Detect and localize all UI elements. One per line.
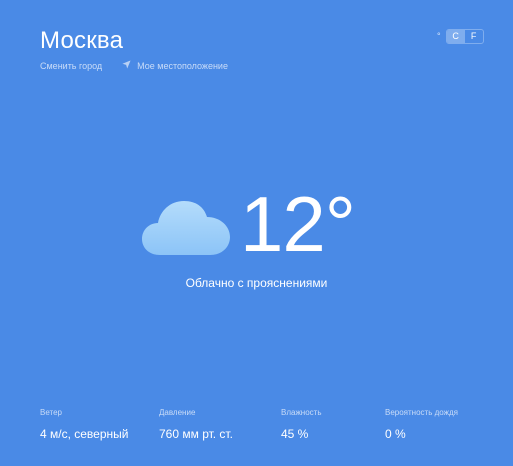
- stat-label: Давление: [159, 408, 196, 417]
- stat-value: 45 %: [281, 427, 309, 441]
- stat-label: Ветер: [40, 408, 62, 417]
- stat-value: 760 мм рт. ст.: [159, 427, 233, 441]
- weather-stats: Ветер 4 м/с, северный Давление 760 мм рт…: [0, 408, 513, 448]
- stat-rain-chance: Вероятность дождя 0 %: [385, 408, 458, 442]
- stat-label: Влажность: [281, 408, 322, 417]
- temperature: 12°: [240, 180, 356, 268]
- stat-pressure: Давление 760 мм рт. ст.: [159, 408, 233, 442]
- cloud-icon: [142, 201, 230, 255]
- my-location-link[interactable]: Мое местоположение: [137, 60, 228, 72]
- stat-value: 0 %: [385, 427, 406, 441]
- stat-value: 4 м/с, северный: [40, 427, 129, 441]
- location-links: Сменить город Мое местоположение: [40, 60, 228, 72]
- stat-humidity: Влажность 45 %: [281, 408, 322, 442]
- current-weather: 12°: [140, 180, 356, 268]
- unit-toggle: ° C F: [437, 29, 484, 44]
- city-name: Москва: [40, 27, 124, 54]
- change-city-link[interactable]: Сменить город: [40, 60, 102, 72]
- fahrenheit-button[interactable]: F: [465, 30, 483, 43]
- location-arrow-icon[interactable]: [122, 60, 131, 69]
- celsius-button[interactable]: C: [446, 30, 465, 43]
- stat-label: Вероятность дождя: [385, 408, 458, 417]
- degree-symbol: °: [437, 30, 441, 41]
- weather-description: Облачно с прояснениями: [185, 276, 328, 290]
- unit-switch: C F: [445, 29, 484, 44]
- stat-wind: Ветер 4 м/с, северный: [40, 408, 128, 442]
